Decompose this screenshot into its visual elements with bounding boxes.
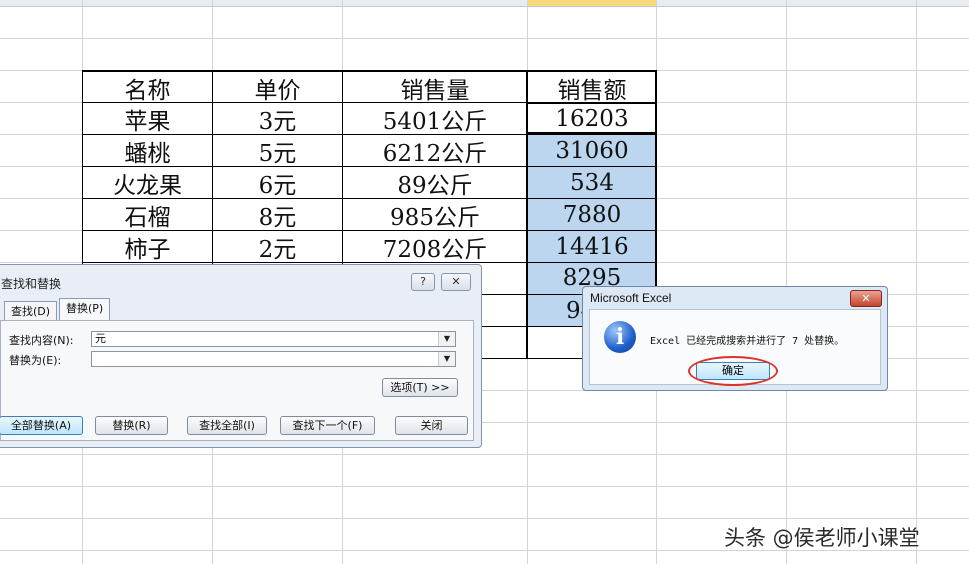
chevron-down-icon[interactable]: ▼ [438, 352, 455, 366]
cell[interactable]: 7880 [528, 199, 656, 230]
cell[interactable]: 89公斤 [343, 167, 527, 199]
cell[interactable]: 7208公斤 [343, 231, 527, 263]
msgbox-title: Microsoft Excel [590, 291, 672, 305]
find-value: 元 [95, 332, 106, 345]
cell[interactable]: 2元 [213, 231, 342, 263]
highlight-circle [688, 356, 778, 386]
cell[interactable]: 31060 [528, 135, 656, 166]
options-button[interactable]: 选项(T) >> [382, 378, 458, 397]
tab-find[interactable]: 查找(D) [4, 301, 58, 321]
cell[interactable]: 火龙果 [83, 167, 212, 199]
header-sales[interactable]: 销售额 [528, 72, 656, 104]
cell[interactable]: 柿子 [83, 231, 212, 263]
msgbox-text: Excel 已经完成搜索并进行了 7 处替换。 [650, 336, 845, 347]
replace-input[interactable]: ▼ [91, 351, 456, 367]
find-all-button[interactable]: 查找全部(I) [187, 416, 267, 435]
column-header-strip[interactable] [0, 0, 969, 7]
cell[interactable]: 8元 [213, 199, 342, 231]
find-next-button[interactable]: 查找下一个(F) [280, 416, 375, 435]
header-quantity[interactable]: 销售量 [343, 72, 527, 104]
cell[interactable]: 苹果 [83, 103, 212, 135]
replace-all-button[interactable]: 全部替换(A) [0, 416, 83, 435]
replace-label: 替换为(E): [9, 354, 62, 367]
msgbox-close-button[interactable]: ✕ [850, 290, 882, 307]
replace-button[interactable]: 替换(R) [95, 416, 168, 435]
tab-replace[interactable]: 替换(P) [59, 298, 111, 321]
find-input[interactable]: 元 ▼ [91, 331, 456, 347]
cell[interactable]: 6212公斤 [343, 135, 527, 167]
dialog-close-button[interactable]: ✕ [441, 273, 471, 291]
dialog-title: 查找和替换 [1, 277, 62, 291]
cell[interactable]: 985公斤 [343, 199, 527, 231]
msgbox-body: i Excel 已经完成搜索并进行了 7 处替换。 确定 [589, 309, 881, 386]
cell[interactable]: 5元 [213, 135, 342, 167]
active-cell[interactable]: 16203 [528, 104, 656, 133]
header-name[interactable]: 名称 [83, 72, 212, 104]
close-button[interactable]: 关闭 [395, 416, 468, 435]
cell[interactable]: 蟠桃 [83, 135, 212, 167]
cell[interactable]: 3元 [213, 103, 342, 135]
cell[interactable]: 石榴 [83, 199, 212, 231]
watermark: 头条 @侯老师小课堂 [724, 526, 920, 550]
help-button[interactable]: ? [411, 273, 435, 291]
header-price[interactable]: 单价 [213, 72, 342, 104]
find-replace-dialog: 查找和替换 ? ✕ 查找(D) 替换(P) 查找内容(N): 元 ▼ 替换为(E… [0, 264, 482, 448]
info-icon: i [604, 321, 636, 353]
chevron-down-icon[interactable]: ▼ [438, 332, 455, 346]
cell[interactable]: 14416 [528, 231, 656, 262]
selected-column-header[interactable] [527, 0, 656, 6]
find-label: 查找内容(N): [9, 334, 74, 347]
cell[interactable]: 5401公斤 [343, 103, 527, 135]
cell[interactable]: 6元 [213, 167, 342, 199]
excel-message-box: Microsoft Excel ✕ i Excel 已经完成搜索并进行了 7 处… [582, 286, 888, 391]
cell[interactable]: 534 [528, 167, 656, 198]
